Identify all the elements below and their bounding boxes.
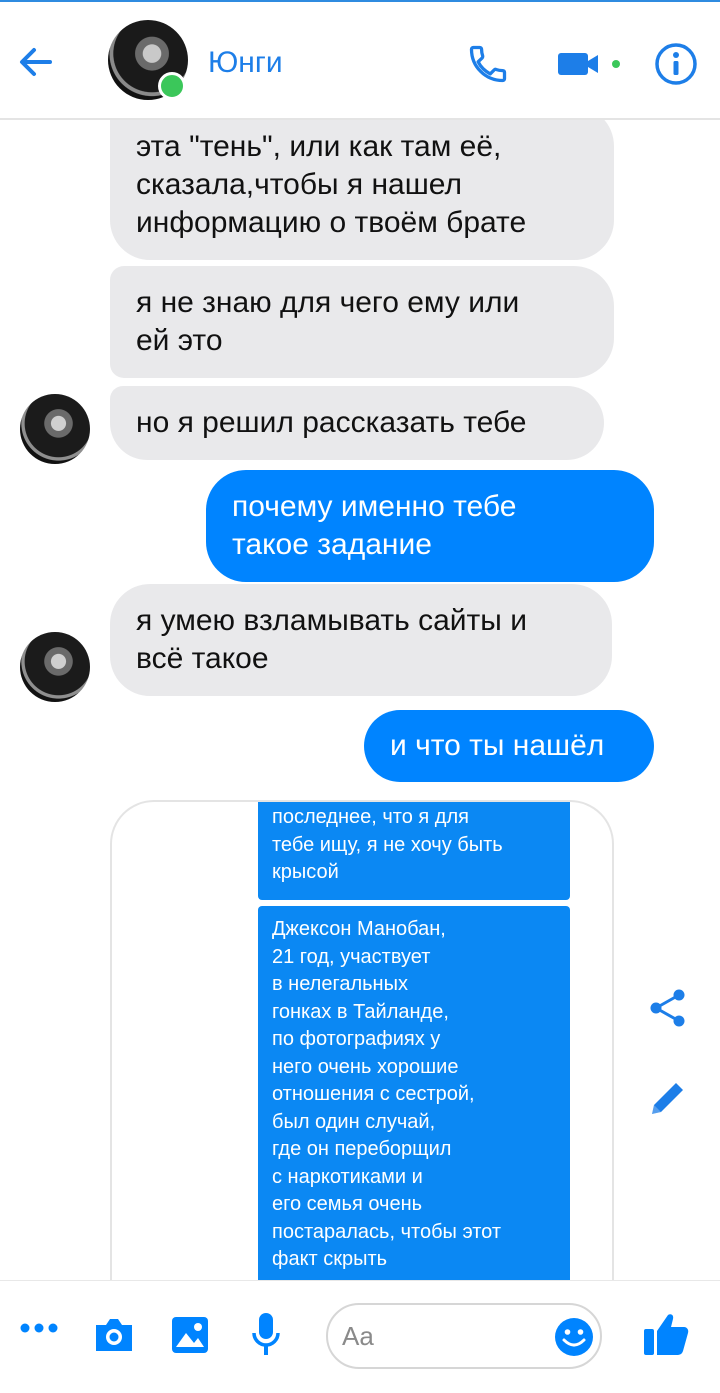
- edit-pencil-icon[interactable]: [646, 1076, 690, 1120]
- video-camera-icon[interactable]: [556, 46, 626, 82]
- back-arrow-icon[interactable]: [14, 40, 58, 84]
- message-outgoing[interactable]: и что ты нашёл: [364, 710, 654, 782]
- message-incoming[interactable]: я не знаю для чего ему или ей это: [110, 266, 614, 378]
- message-input-placeholder: Aa: [342, 1321, 374, 1351]
- screenshot-bubble: последнее, что я для тебе ищу, я не хочу…: [258, 802, 570, 900]
- microphone-icon[interactable]: [250, 1311, 282, 1359]
- thumbs-up-icon[interactable]: [642, 1311, 690, 1357]
- screenshot-bubble: Джексон Манобан, 21 год, участвует в нел…: [258, 906, 570, 1280]
- emoji-icon[interactable]: [554, 1317, 594, 1357]
- message-incoming[interactable]: эта "тень", или как там её, сказала,чтоб…: [110, 120, 614, 260]
- camera-icon[interactable]: [92, 1315, 136, 1355]
- message-outgoing[interactable]: почему именно тебе такое задание: [206, 470, 654, 582]
- gallery-image-icon[interactable]: [170, 1315, 210, 1355]
- share-icon[interactable]: [646, 986, 690, 1030]
- message-incoming[interactable]: но я решил рассказать тебе: [110, 386, 604, 460]
- composer-bar: Aa: [0, 1280, 720, 1393]
- conversation-header: Юнги: [0, 2, 720, 120]
- online-status-dot: [158, 72, 186, 100]
- message-incoming[interactable]: я умею взламывать сайты и всё такое: [110, 584, 612, 696]
- contact-avatar-small[interactable]: [20, 394, 90, 464]
- more-dots-icon[interactable]: [20, 1321, 58, 1335]
- contact-name[interactable]: Юнги: [208, 46, 283, 80]
- phone-icon[interactable]: [466, 42, 510, 86]
- contact-avatar-small[interactable]: [20, 632, 90, 702]
- screenshot-image-message[interactable]: последнее, что я для тебе ищу, я не хочу…: [110, 800, 614, 1280]
- message-input[interactable]: Aa: [326, 1303, 602, 1369]
- info-icon[interactable]: [652, 40, 700, 88]
- message-list[interactable]: эта "тень", или как там её, сказала,чтоб…: [0, 120, 720, 1280]
